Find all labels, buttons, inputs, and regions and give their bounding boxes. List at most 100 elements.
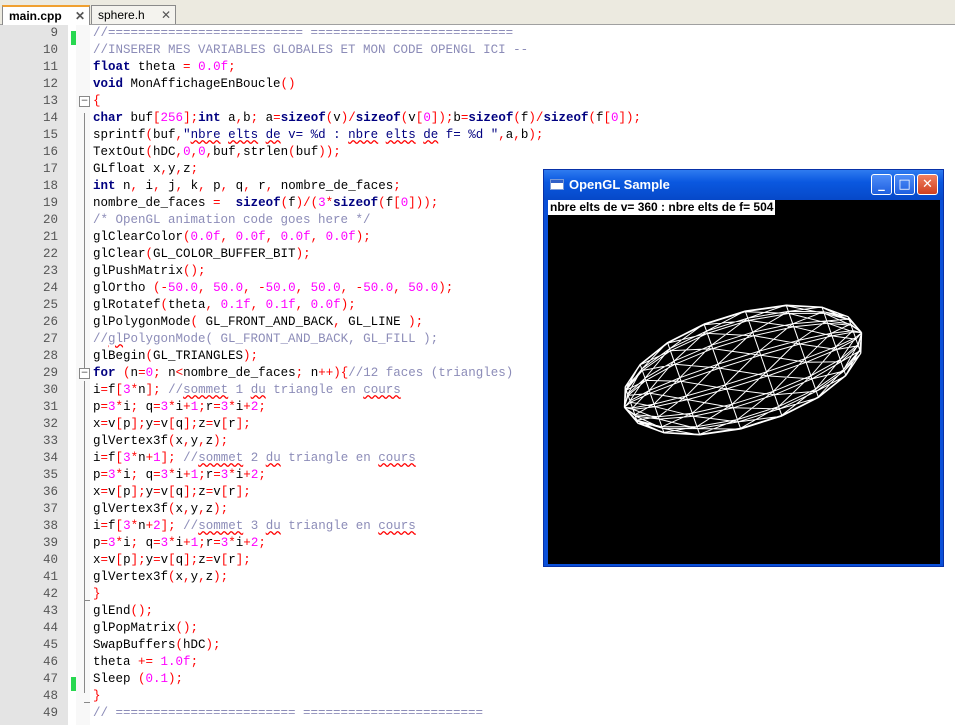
line-number: 40 xyxy=(42,553,58,567)
line-number: 49 xyxy=(42,706,58,720)
line-number: 37 xyxy=(42,502,58,516)
tab-main-cpp[interactable]: main.cpp ✕ xyxy=(2,5,90,25)
window-titlebar[interactable]: OpenGL Sample _ □ ✕ xyxy=(544,170,943,200)
close-button[interactable]: ✕ xyxy=(917,174,938,195)
code-line[interactable]: 12 void MonAffichageEnBoucle() xyxy=(0,76,955,93)
code-line[interactable]: 49 // ======================== ==========… xyxy=(0,705,955,722)
line-number: 38 xyxy=(42,519,58,533)
tab-label: sphere.h xyxy=(98,8,145,22)
line-number: 15 xyxy=(42,128,58,142)
code-text: SwapBuffers(hDC); xyxy=(93,638,221,652)
line-number: 44 xyxy=(42,621,58,635)
code-text: sprintf(buf,"nbre elts de v= %d : nbre e… xyxy=(93,128,544,142)
wireframe-ellipsoid xyxy=(623,304,863,436)
fold-toggle-icon[interactable]: − xyxy=(79,368,90,379)
code-text: TextOut(hDC,0,0,buf,strlen(buf)); xyxy=(93,145,341,159)
line-number: 13 xyxy=(42,94,58,108)
line-number: 35 xyxy=(42,468,58,482)
line-number: 41 xyxy=(42,570,58,584)
opengl-window[interactable]: OpenGL Sample _ □ ✕ nbre elts de v= 360 … xyxy=(543,169,944,567)
code-text: //========================== ===========… xyxy=(93,26,514,40)
code-text: glRotatef(theta, 0.1f, 0.1f, 0.0f); xyxy=(93,298,356,312)
line-number: 14 xyxy=(42,111,58,125)
line-number: 42 xyxy=(42,587,58,601)
code-text: p=3*i; q=3*i+1;r=3*i+2; xyxy=(93,536,266,550)
code-line[interactable]: 45 SwapBuffers(hDC); xyxy=(0,637,955,654)
code-text: theta += 1.0f; xyxy=(93,655,199,669)
code-text: i=f[3*n+2]; //sommet 3 du triangle en co… xyxy=(93,519,416,533)
line-number: 22 xyxy=(42,247,58,261)
line-number: 36 xyxy=(42,485,58,499)
code-line[interactable]: 44 glPopMatrix(); xyxy=(0,620,955,637)
maximize-button[interactable]: □ xyxy=(894,174,915,195)
code-text: glClear(GL_COLOR_BUFFER_BIT); xyxy=(93,247,311,261)
code-line[interactable]: 48} xyxy=(0,688,955,705)
line-number: 29 xyxy=(42,366,58,380)
code-text: i=f[3*n+1]; //sommet 2 du triangle en co… xyxy=(93,451,416,465)
line-number: 45 xyxy=(42,638,58,652)
line-number: 33 xyxy=(42,434,58,448)
code-line[interactable]: 9 //========================== ==========… xyxy=(0,25,955,42)
opengl-canvas[interactable]: nbre elts de v= 360 : nbre elts de f= 50… xyxy=(548,200,940,564)
code-text: for (n=0; n<nombre_de_faces; n++){//12 f… xyxy=(93,366,514,380)
line-number: 27 xyxy=(42,332,58,346)
minimize-button[interactable]: _ xyxy=(871,174,892,195)
tab-bar: main.cpp ✕ sphere.h ✕ xyxy=(0,0,955,25)
code-text: /* OpenGL animation code goes here */ xyxy=(93,213,371,227)
code-text: glBegin(GL_TRIANGLES); xyxy=(93,349,259,363)
code-line[interactable]: 11 float theta = 0.0f; xyxy=(0,59,955,76)
code-line[interactable]: 43 glEnd(); xyxy=(0,603,955,620)
code-text: GLfloat x,y,z; xyxy=(93,162,199,176)
code-text: glPopMatrix(); xyxy=(93,621,199,635)
code-line[interactable]: 14 char buf[256];int a,b; a=sizeof(v)/siz… xyxy=(0,110,955,127)
tab-sphere-h[interactable]: sphere.h ✕ xyxy=(91,5,176,24)
code-text: float theta = 0.0f; xyxy=(93,60,236,74)
code-text: glVertex3f(x,y,z); xyxy=(93,570,229,584)
line-number: 21 xyxy=(42,230,58,244)
line-number: 9 xyxy=(50,26,58,40)
line-number: 31 xyxy=(42,400,58,414)
code-text: int n, i, j, k, p, q, r, nombre_de_faces… xyxy=(93,179,401,193)
code-text: glVertex3f(x,y,z); xyxy=(93,502,229,516)
close-tab-icon[interactable]: ✕ xyxy=(160,9,172,21)
line-number: 28 xyxy=(42,349,58,363)
line-number: 39 xyxy=(42,536,58,550)
line-number: 18 xyxy=(42,179,58,193)
code-text: glOrtho (-50.0, 50.0, -50.0, 50.0, -50.0… xyxy=(93,281,454,295)
line-number: 34 xyxy=(42,451,58,465)
line-number: 25 xyxy=(42,298,58,312)
tab-label: main.cpp xyxy=(9,9,62,23)
code-line[interactable]: 47 Sleep (0.1); xyxy=(0,671,955,688)
line-number: 48 xyxy=(42,689,58,703)
code-text: i=f[3*n]; //sommet 1 du triangle en cour… xyxy=(93,383,401,397)
code-text: x=v[p];y=v[q];z=v[r]; xyxy=(93,417,251,431)
line-number: 23 xyxy=(42,264,58,278)
code-line[interactable]: 42} xyxy=(0,586,955,603)
code-text: p=3*i; q=3*i+1;r=3*i+2; xyxy=(93,468,266,482)
line-number: 12 xyxy=(42,77,58,91)
line-number: 26 xyxy=(42,315,58,329)
code-line[interactable]: 15 sprintf(buf,"nbre elts de v= %d : nbre… xyxy=(0,127,955,144)
code-line[interactable]: 13 {− xyxy=(0,93,955,110)
code-line[interactable]: 41 glVertex3f(x,y,z); xyxy=(0,569,955,586)
code-line[interactable]: 46 theta += 1.0f; xyxy=(0,654,955,671)
code-line[interactable]: 10 //INSERER MES VARIABLES GLOBALES ET MO… xyxy=(0,42,955,59)
code-text: glClearColor(0.0f, 0.0f, 0.0f, 0.0f); xyxy=(93,230,371,244)
code-text: //glPolygonMode( GL_FRONT_AND_BACK, GL_F… xyxy=(93,332,439,346)
line-number: 16 xyxy=(42,145,58,159)
fold-toggle-icon[interactable]: − xyxy=(79,96,90,107)
code-line[interactable]: 16 TextOut(hDC,0,0,buf,strlen(buf)); xyxy=(0,144,955,161)
line-number: 19 xyxy=(42,196,58,210)
code-text: glPolygonMode( GL_FRONT_AND_BACK, GL_LIN… xyxy=(93,315,424,329)
close-tab-icon[interactable]: ✕ xyxy=(74,10,86,22)
code-text: glEnd(); xyxy=(93,604,154,618)
code-text: nombre_de_faces = sizeof(f)/(3*sizeof(f[… xyxy=(93,196,439,210)
code-text: char buf[256];int a,b; a=sizeof(v)/sizeo… xyxy=(93,111,642,125)
line-number: 30 xyxy=(42,383,58,397)
mesh-lines xyxy=(623,304,863,436)
code-text: glPushMatrix(); xyxy=(93,264,206,278)
line-number: 20 xyxy=(42,213,58,227)
code-text: x=v[p];y=v[q];z=v[r]; xyxy=(93,485,251,499)
line-number: 24 xyxy=(42,281,58,295)
line-number: 32 xyxy=(42,417,58,431)
